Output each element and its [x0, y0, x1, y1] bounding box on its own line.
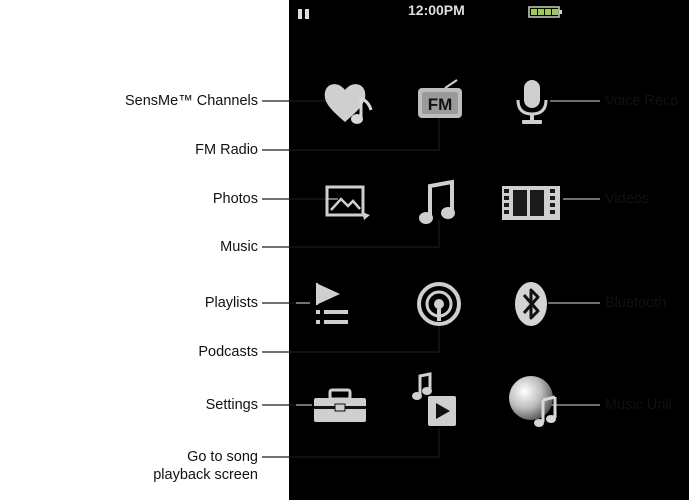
toolbox-icon[interactable] — [311, 388, 369, 429]
label-bluetooth: Bluetooth — [605, 295, 667, 311]
music-note-icon[interactable] — [418, 178, 460, 231]
heart-music-icon[interactable] — [321, 80, 377, 131]
bluetooth-icon[interactable] — [513, 280, 549, 333]
label-photos: Photos — [212, 191, 258, 207]
label-go-to-song-line2: playback screen — [153, 467, 258, 483]
playlist-icon[interactable] — [308, 280, 358, 335]
label-playlists: Playlists — [204, 295, 258, 311]
fm-radio-icon[interactable]: FM — [415, 78, 465, 127]
label-go-to-song-line1: Go to song — [187, 449, 258, 465]
photos-icon[interactable] — [322, 182, 372, 227]
now-playing-icon[interactable] — [412, 372, 462, 435]
fm-label: FM — [428, 95, 453, 114]
film-strip-icon[interactable] — [500, 184, 562, 227]
label-podcasts: Podcasts — [198, 344, 258, 360]
microphone-icon[interactable] — [512, 78, 552, 131]
label-fm-radio: FM Radio — [195, 142, 258, 158]
label-settings: Settings — [205, 397, 258, 413]
music-unlimited-icon[interactable] — [503, 370, 565, 435]
label-videos: Videos — [605, 191, 650, 207]
label-music: Music — [220, 239, 258, 255]
label-music-unlimited: Music Unli — [605, 397, 672, 413]
podcast-icon[interactable] — [416, 281, 462, 332]
label-voice-recorder: Voice Reco — [605, 93, 679, 109]
label-sensme-channels: SensMe™ Channels — [125, 93, 258, 109]
